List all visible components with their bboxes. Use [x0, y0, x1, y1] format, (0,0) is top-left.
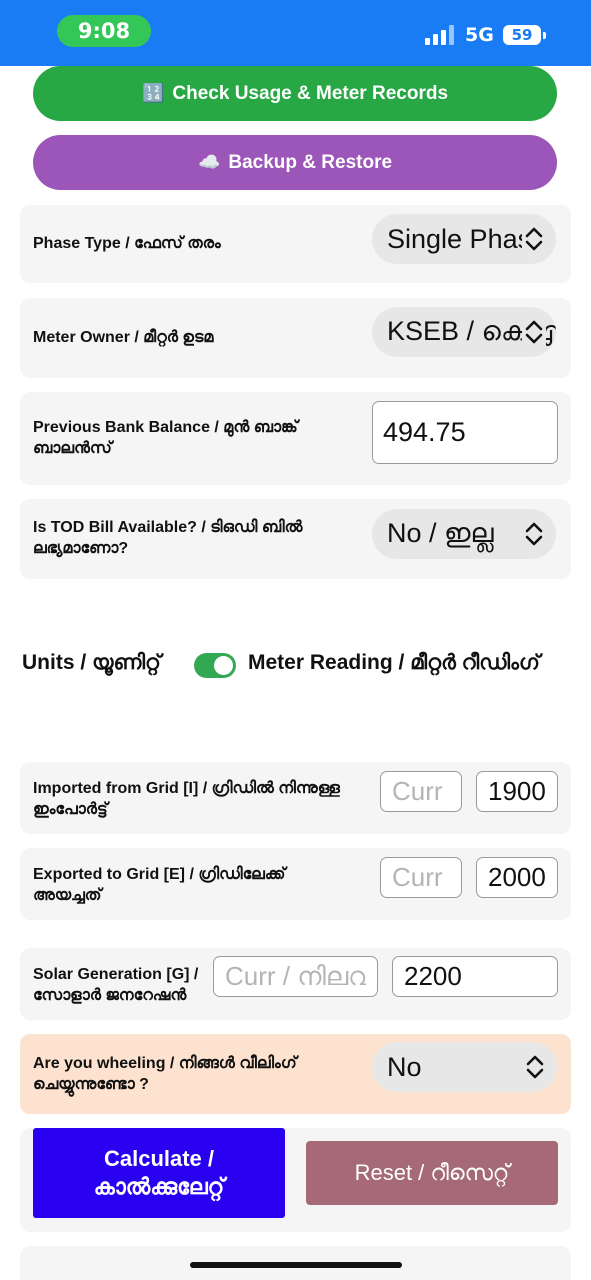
exported-label: Exported to Grid [E] / ഗ്രിഡിലേക്ക് അയച്… — [33, 866, 286, 904]
input-mode-row: Units / യൂണിറ്റ് Meter Reading / മീറ്റർ … — [0, 645, 591, 685]
wheeling-label: Are you wheeling / നിങ്ങൾ വീലിംഗ് ചെയ്യു… — [33, 1055, 297, 1093]
backup-restore-label: Backup & Restore — [228, 151, 393, 173]
check-usage-button[interactable]: 🔢 Check Usage & Meter Records — [33, 66, 557, 121]
tod-bill-value: No / ഇല്ല — [387, 518, 494, 548]
meter-reading-mode-label: Meter Reading / മീറ്റർ റീഡിംഗ് — [248, 651, 540, 674]
meter-owner-select[interactable]: KSEB / കെഎസ്ഇബി — [372, 307, 556, 357]
solar-card: Solar Generation [G] / സോളാർ ജനറേഷൻ — [20, 948, 571, 1020]
tod-bill-card: Is TOD Bill Available? / ടിഒഡി ബിൽ ലഭ്യമ… — [20, 499, 571, 579]
solar-current-input[interactable] — [213, 956, 378, 997]
bank-balance-label: Previous Bank Balance / മുൻ ബാങ്ക് ബാലൻസ… — [33, 419, 298, 457]
imported-previous-input[interactable] — [476, 771, 558, 812]
home-indicator[interactable] — [190, 1262, 402, 1268]
wheeling-value: No — [387, 1051, 422, 1082]
signal-icon — [425, 25, 457, 45]
exported-current-input[interactable] — [380, 857, 462, 898]
chevron-updown-icon — [523, 1054, 547, 1080]
bank-balance-input[interactable] — [372, 401, 558, 464]
imported-current-input[interactable] — [380, 771, 462, 812]
chevron-updown-icon — [522, 226, 546, 252]
check-usage-label: Check Usage & Meter Records — [172, 82, 449, 104]
solar-label: Solar Generation [G] / സോളാർ ജനറേഷൻ — [33, 966, 199, 1004]
meter-owner-card: Meter Owner / മീറ്റർ ഉടമ KSEB / കെഎസ്ഇബി — [20, 298, 571, 378]
phase-type-select[interactable]: Single Phase — [372, 214, 556, 264]
wheeling-card: Are you wheeling / നിങ്ങൾ വീലിംഗ് ചെയ്യു… — [20, 1034, 571, 1114]
status-time: 9:08 — [57, 15, 151, 47]
exported-card: Exported to Grid [E] / ഗ്രിഡിലേക്ക് അയച്… — [20, 848, 571, 920]
meter-owner-label: Meter Owner / മീറ്റർ ഉടമ — [33, 329, 214, 346]
actions-card: Calculate / കാൽക്കുലേറ്റ് Reset / റീസെറ്… — [20, 1128, 571, 1232]
phase-type-label: Phase Type / ഫേസ് തരം — [33, 235, 221, 252]
imported-card: Imported from Grid [I] / ഗ്രിഡിൽ നിന്നുള… — [20, 762, 571, 834]
toggle-knob — [214, 656, 233, 675]
chevron-updown-icon — [522, 319, 546, 345]
network-type: 5G — [465, 24, 494, 46]
tod-bill-label: Is TOD Bill Available? / ടിഒഡി ബിൽ ലഭ്യമ… — [33, 519, 303, 557]
imported-label: Imported from Grid [I] / ഗ്രിഡിൽ നിന്നുള… — [33, 780, 340, 818]
reset-button[interactable]: Reset / റീസെറ്റ് — [306, 1141, 558, 1205]
solar-previous-input[interactable] — [392, 956, 558, 997]
input-mode-toggle[interactable] — [194, 653, 236, 678]
chevron-updown-icon — [522, 521, 546, 547]
wheeling-select[interactable]: No — [372, 1042, 557, 1092]
units-mode-label: Units / യൂണിറ്റ് — [22, 651, 161, 674]
backup-restore-button[interactable]: ☁️ Backup & Restore — [33, 135, 557, 190]
calculate-button[interactable]: Calculate / കാൽക്കുലേറ്റ് — [33, 1128, 285, 1218]
battery-level: 59 — [511, 26, 533, 44]
bank-balance-card: Previous Bank Balance / മുൻ ബാങ്ക് ബാലൻസ… — [20, 392, 571, 485]
status-bar: 9:08 5G 59 — [0, 0, 591, 66]
cloud-icon: ☁️ — [197, 152, 221, 172]
phase-type-card: Phase Type / ഫേസ് തരം Single Phase — [20, 205, 571, 283]
1234-icon: 🔢 — [141, 83, 165, 103]
exported-previous-input[interactable] — [476, 857, 558, 898]
battery-icon: 59 — [503, 25, 546, 45]
tod-bill-select[interactable]: No / ഇല്ല — [372, 509, 556, 559]
